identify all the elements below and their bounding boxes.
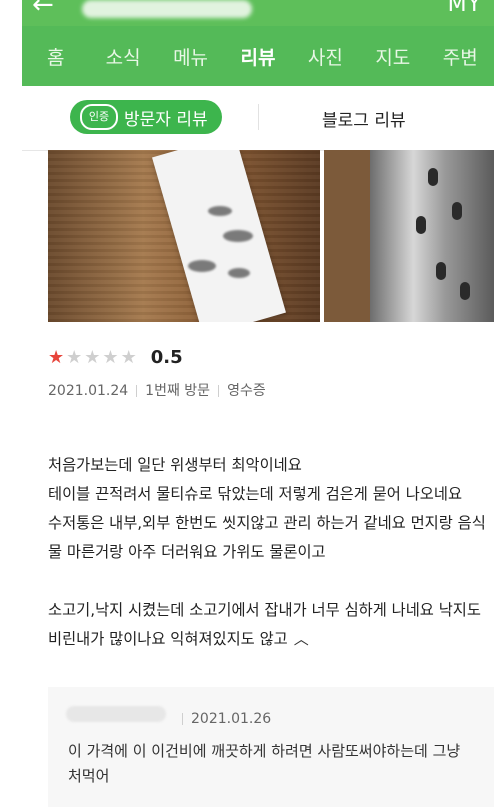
visitor-review-label: 방문자 리뷰	[124, 109, 208, 130]
hole-shape	[460, 282, 470, 300]
tab-news[interactable]: 소식	[89, 43, 156, 70]
tab-nearby[interactable]: 주변	[427, 43, 494, 70]
review-photo-wipe[interactable]	[48, 150, 320, 322]
hole-shape	[416, 216, 426, 234]
tab-photos[interactable]: 사진	[292, 43, 359, 70]
back-arrow-icon[interactable]: ←	[32, 0, 54, 20]
hole-shape	[452, 202, 462, 220]
meta-divider	[218, 385, 220, 397]
blog-review-tab[interactable]: 블로그 리뷰	[322, 106, 406, 131]
owner-reply: 2021.01.26 이 가격에 이 이건비에 깨끗하게 하려면 사람또써야하는…	[48, 687, 494, 807]
tab-reviews[interactable]: 리뷰	[224, 43, 291, 70]
screen: ← MY 홈 소식 메뉴 리뷰 사진 지도 주변 인증 방문자 리뷰 블로그 리…	[0, 0, 503, 812]
stain-mark	[228, 268, 250, 278]
tab-menu[interactable]: 메뉴	[157, 43, 224, 70]
reply-author-redacted	[66, 706, 166, 722]
receipt-proof: 영수증	[227, 383, 266, 399]
review-meta: 2021.01.24 1번째 방문 영수증	[48, 380, 266, 400]
star-icon: ★	[66, 347, 83, 368]
visit-count: 1번째 방문	[145, 383, 211, 399]
stain-mark	[208, 206, 232, 216]
hole-shape	[428, 168, 438, 186]
rating-score: 0.5	[150, 347, 183, 368]
rating-row: ★ ★ ★ ★ ★ 0.5	[48, 347, 183, 368]
star-icon: ★	[48, 347, 65, 368]
review-date: 2021.01.24	[48, 383, 129, 399]
visitor-review-tab[interactable]: 인증 방문자 리뷰	[70, 100, 222, 134]
reply-date: 2021.01.26	[191, 711, 272, 727]
review-body: 처음가보는데 일단 위생부터 최악이네요 테이블 끈적려서 물티슈로 닦았는데 …	[48, 422, 488, 654]
meta-divider	[182, 713, 183, 725]
chevron-up-icon[interactable]: ︿	[294, 625, 309, 654]
star-icon: ★	[102, 347, 119, 368]
tab-map[interactable]: 지도	[359, 43, 426, 70]
header-right-label[interactable]: MY	[448, 0, 482, 17]
review-text: 처음가보는데 일단 위생부터 최악이네요 테이블 끈적려서 물티슈로 닦았는데 …	[48, 456, 486, 648]
star-icon: ★	[84, 347, 101, 368]
tab-home[interactable]: 홈	[22, 43, 89, 70]
store-name-redacted	[82, 0, 252, 18]
stain-mark	[188, 260, 216, 272]
review-type-switch: 인증 방문자 리뷰 블로그 리뷰	[22, 86, 494, 151]
place-tab-bar: 홈 소식 메뉴 리뷰 사진 지도 주변	[22, 26, 494, 86]
stain-mark	[223, 230, 253, 242]
star-icon: ★	[120, 347, 137, 368]
app-header: ← MY	[22, 0, 494, 26]
reply-meta: 2021.01.26	[174, 711, 271, 727]
review-photo-utensil-holder[interactable]	[324, 150, 494, 322]
tab-divider	[258, 104, 259, 130]
meta-divider	[136, 385, 138, 397]
hole-shape	[436, 262, 446, 280]
reply-text: 이 가격에 이 이건비에 깨끗하게 하려면 사람또써야하는데 그냥 처먹어	[68, 742, 461, 785]
verified-badge: 인증	[80, 104, 118, 130]
